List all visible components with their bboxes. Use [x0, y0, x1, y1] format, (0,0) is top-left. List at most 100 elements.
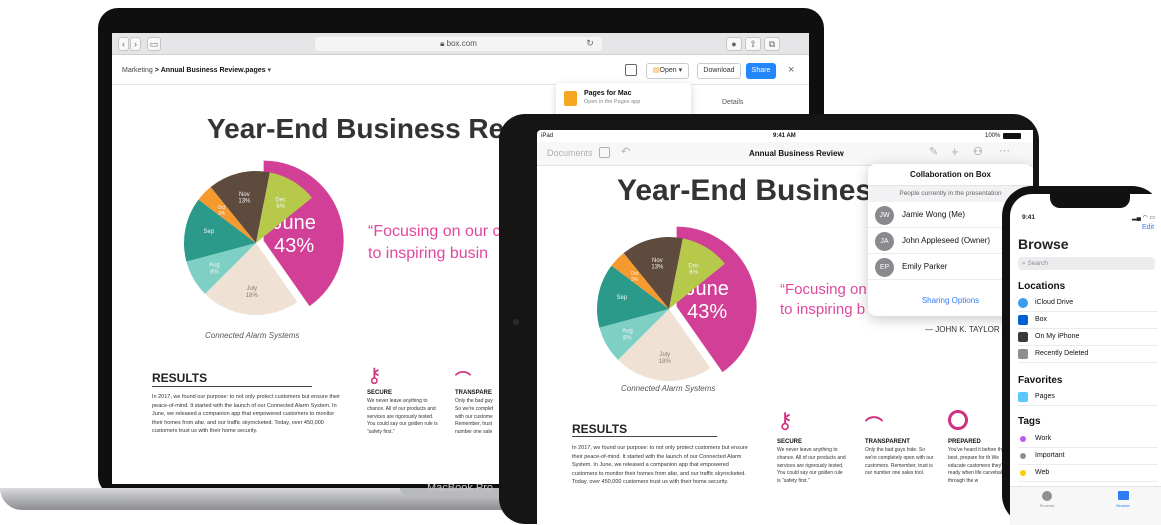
cloud-icon [1018, 298, 1028, 308]
breadcrumb: Marketing > Annual Business Review.pages… [122, 66, 271, 74]
battery-icon [1003, 133, 1021, 139]
favorite-item[interactable]: Pages [1018, 389, 1158, 406]
tag-dot [1020, 436, 1026, 442]
ipad-doc-title: Year-End Business [617, 174, 889, 207]
box-icon [1018, 315, 1028, 325]
tag-item[interactable]: Web [1018, 465, 1158, 482]
tags-heading: Tags [1018, 416, 1041, 427]
location-item[interactable]: iCloud Drive [1018, 295, 1158, 312]
location-item[interactable]: On My iPhone [1018, 329, 1158, 346]
slice-label: Sep [204, 229, 215, 235]
documents-button[interactable]: Documents [547, 148, 593, 158]
panel-toggle-icon[interactable] [625, 64, 637, 76]
chevron-down-icon[interactable]: ▾ [267, 67, 271, 74]
download-button[interactable]: Download [697, 63, 741, 79]
signal-wifi-battery-icon: ▂▄ ◠ ▭ [1132, 215, 1156, 221]
ipad-quote-line-1: “Focusing on [780, 281, 867, 298]
ipad-gauge-icon: ⌒ [865, 416, 883, 436]
avatar: JA [875, 232, 894, 251]
slice-label: Nov [652, 258, 663, 264]
clock-icon [1042, 491, 1052, 501]
ipad-results-text: In 2017, we found our purpose: to not on… [572, 445, 748, 486]
ipad-secure-text: We never leave anything to chance. All o… [777, 447, 846, 484]
pages-icon: ▤ [652, 67, 660, 74]
open-button[interactable]: ▤Open ▾ [646, 63, 689, 79]
dropdown-item-pages[interactable]: Pages for Mac Open in the Pages app [584, 90, 640, 105]
tab-bar: Recents Browse [1010, 486, 1161, 525]
slice-value: 6% [276, 204, 285, 210]
view-icon[interactable] [599, 147, 610, 158]
slice-value: 3% [218, 211, 226, 217]
ipad-quote-line-2: to inspiring b [780, 301, 866, 318]
iphone-screen: 9:41 ▂▄ ◠ ▭ Edit Browse ⌕ Search Locatio… [1010, 194, 1161, 525]
safari-toolbar: ‹ › ▭ 🔒︎ box.com ↻ ● ⇧ ⧉ [112, 33, 809, 55]
phone-icon [1018, 332, 1028, 342]
brush-icon[interactable]: ✎ [929, 145, 938, 158]
reload-icon[interactable]: ↻ [584, 37, 596, 51]
search-input[interactable]: ⌕ Search [1018, 257, 1155, 270]
nav-title: Annual Business Review [749, 149, 844, 158]
breadcrumb-separator: > [154, 67, 159, 74]
pages-app-icon [564, 91, 577, 106]
collab-person-name: Jamie Wong (Me) [902, 210, 965, 219]
doc-title: Year-End Business Rev [207, 113, 520, 144]
more-icon[interactable]: ⋯ [999, 144, 1010, 157]
download-icon[interactable]: ● [726, 37, 742, 51]
results-heading: RESULTS [152, 371, 208, 385]
ipad-nav-bar: Documents ↶ Annual Business Review ✎ + ⚇… [537, 142, 1033, 166]
ipad-transparent-text: Only the bad guys hide. So we're complet… [865, 447, 934, 477]
collab-person-name: John Appleseed (Owner) [902, 236, 991, 245]
share-icon[interactable]: ⇧ [745, 37, 761, 51]
ipad-key-icon: ⚷ [777, 408, 794, 433]
avatar: EP [875, 258, 894, 277]
tag-dot [1020, 453, 1026, 459]
slice-label: Aug [622, 328, 633, 334]
quote-line-1: “Focusing on our c [368, 223, 501, 240]
url-bar[interactable]: 🔒︎ box.com [315, 37, 602, 51]
dropdown-item-subtitle: Open in the Pages app [584, 99, 641, 105]
tabs-icon[interactable]: ⧉ [764, 37, 780, 51]
clock-icon [948, 410, 968, 430]
slice-label: July [246, 286, 257, 292]
location-item[interactable]: Box [1018, 312, 1158, 329]
share-button[interactable]: Share [746, 63, 776, 79]
tab-recents[interactable]: Recents [1032, 491, 1062, 508]
slice-value: 18% [659, 359, 672, 365]
key-icon: ⚷ [367, 365, 382, 387]
forward-icon[interactable]: › [130, 37, 141, 51]
collaborate-icon[interactable]: ⚇ [973, 145, 983, 158]
ipad-screen: iPad 9:41 AM 100% Documents ↶ Annual Bus… [537, 130, 1033, 525]
breadcrumb-file[interactable]: Annual Business Review.pages [161, 67, 266, 74]
ipad-results-rule [572, 436, 717, 437]
collab-person-name: Emily Parker [902, 262, 948, 271]
location-item[interactable]: Recently Deleted [1018, 346, 1158, 363]
slice-value: 8% [210, 269, 219, 275]
transparent-text: Only the bad guy So we're complet with o… [455, 398, 494, 435]
breadcrumb-root[interactable]: Marketing [122, 67, 153, 74]
status-battery: 100% [985, 133, 1001, 139]
ipad-results-heading: RESULTS [572, 422, 628, 436]
tab-browse[interactable]: Browse [1108, 491, 1138, 508]
close-icon[interactable]: × [788, 64, 794, 76]
slice-value: 8% [623, 335, 632, 341]
ipad-attribution: — JOHN K. TAYLOR [925, 325, 1000, 334]
secure-text: We never leave anything to chance. All o… [367, 398, 438, 435]
slice-value: 43% [274, 235, 314, 257]
tab-details[interactable]: Details [722, 99, 743, 106]
slice-label: Dec [688, 263, 699, 269]
browse-title: Browse [1018, 236, 1069, 252]
ipad-quote: “Focusing on to inspiring b [780, 280, 867, 320]
slice-value: 18% [246, 293, 259, 299]
quote-line-2: to inspiring busin [368, 245, 489, 262]
trash-icon [1018, 349, 1028, 359]
sidebar-icon[interactable]: ▭ [147, 37, 161, 51]
tag-item[interactable]: Important [1018, 448, 1158, 465]
tag-item[interactable]: Work [1018, 431, 1158, 448]
back-icon[interactable]: ‹ [118, 37, 129, 51]
add-icon[interactable]: + [951, 144, 959, 159]
quote: “Focusing on our c to inspiring busin [368, 221, 501, 265]
ipad-transparent-title: TRANSPARENT [865, 439, 910, 445]
edit-button[interactable]: Edit [1142, 224, 1154, 231]
slice-value: 43% [687, 301, 727, 323]
undo-icon[interactable]: ↶ [621, 145, 630, 158]
